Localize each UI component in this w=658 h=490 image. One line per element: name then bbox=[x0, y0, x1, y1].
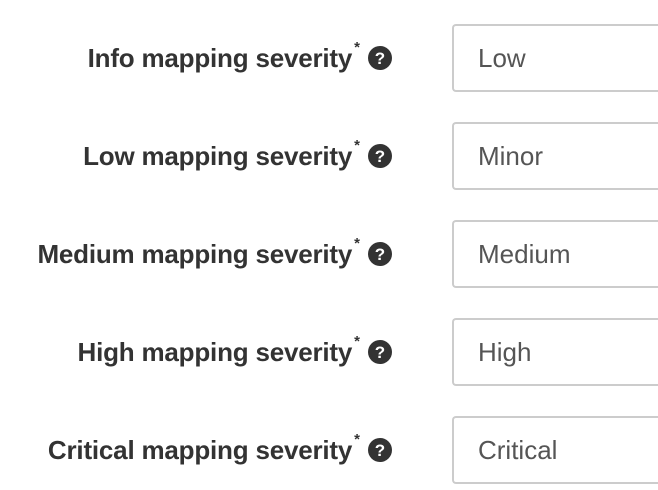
question-circle-icon[interactable]: ? bbox=[368, 438, 392, 462]
required-asterisk: * bbox=[354, 430, 360, 448]
medium-severity-label: Medium mapping severity bbox=[37, 238, 353, 269]
high-severity-input[interactable] bbox=[452, 318, 658, 386]
medium-severity-row: Medium mapping severity * ? bbox=[0, 220, 658, 288]
info-severity-label: Info mapping severity bbox=[87, 42, 353, 73]
required-asterisk: * bbox=[354, 234, 360, 252]
info-severity-label-group: Info mapping severity * ? bbox=[88, 24, 392, 92]
question-circle-icon[interactable]: ? bbox=[368, 144, 392, 168]
critical-severity-row: Critical mapping severity * ? bbox=[0, 416, 658, 484]
low-severity-row: Low mapping severity * ? bbox=[0, 122, 658, 190]
high-severity-label-group: High mapping severity * ? bbox=[78, 318, 392, 386]
critical-severity-input[interactable] bbox=[452, 416, 658, 484]
medium-severity-input[interactable] bbox=[452, 220, 658, 288]
critical-severity-label: Critical mapping severity bbox=[47, 434, 353, 465]
low-severity-input[interactable] bbox=[452, 122, 658, 190]
low-severity-label-group: Low mapping severity * ? bbox=[83, 122, 392, 190]
low-severity-label: Low mapping severity bbox=[83, 140, 353, 171]
required-asterisk: * bbox=[354, 332, 360, 350]
required-asterisk: * bbox=[354, 136, 360, 154]
medium-severity-label-group: Medium mapping severity * ? bbox=[37, 220, 392, 288]
high-severity-row: High mapping severity * ? bbox=[0, 318, 658, 386]
info-severity-input[interactable] bbox=[452, 24, 658, 92]
high-severity-label: High mapping severity bbox=[77, 336, 353, 367]
required-asterisk: * bbox=[354, 38, 360, 56]
question-circle-icon[interactable]: ? bbox=[368, 242, 392, 266]
info-severity-row: Info mapping severity * ? bbox=[0, 24, 658, 92]
question-circle-icon[interactable]: ? bbox=[368, 46, 392, 70]
critical-severity-label-group: Critical mapping severity * ? bbox=[48, 416, 392, 484]
question-circle-icon[interactable]: ? bbox=[368, 340, 392, 364]
